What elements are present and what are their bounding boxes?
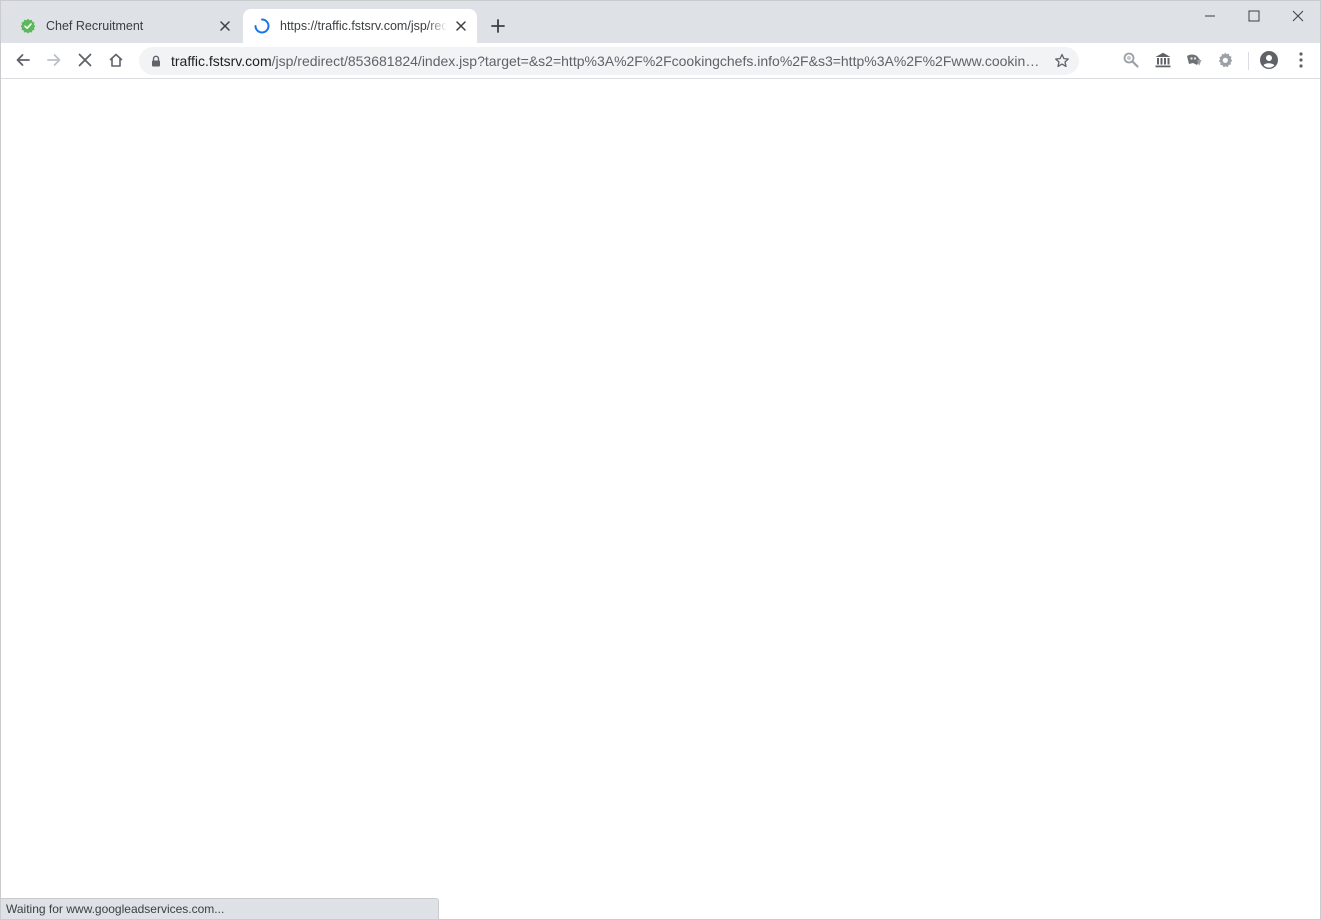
maximize-icon (1248, 10, 1260, 22)
magnifier-extension-icon (1123, 52, 1139, 68)
tab-close-icon[interactable] (215, 16, 235, 36)
mask-extension-icon (1187, 54, 1202, 66)
profile-button[interactable] (1255, 46, 1283, 74)
tab-redirect[interactable]: https://traffic.fstsrv.com/jsp/redirect/… (243, 9, 477, 43)
close-icon (1292, 10, 1304, 22)
url-host: traffic.fstsrv.com (171, 53, 272, 69)
arrow-right-icon (47, 54, 61, 66)
forward-button[interactable] (40, 46, 68, 74)
stop-icon (78, 53, 92, 67)
tab-title: https://traffic.fstsrv.com/jsp/redirect/… (280, 19, 447, 33)
loading-spinner-icon (254, 18, 270, 34)
close-window-button[interactable] (1276, 1, 1320, 31)
search-extension-button[interactable] (1117, 46, 1145, 74)
url-text[interactable]: traffic.fstsrv.com/jsp/redirect/85368182… (171, 53, 1044, 69)
tab-title: Chef Recruitment (46, 19, 144, 33)
status-bubble: Waiting for www.googleadservices.com... (1, 898, 439, 919)
gear-icon (1218, 52, 1233, 68)
lock-icon (149, 54, 163, 68)
toolbar-divider (1248, 52, 1249, 70)
home-icon (109, 53, 123, 67)
account-circle-icon (1260, 51, 1278, 69)
address-bar[interactable]: traffic.fstsrv.com/jsp/redirect/85368182… (139, 47, 1079, 75)
tab-close-icon[interactable] (451, 16, 471, 36)
plus-icon (491, 19, 505, 33)
stop-loading-button[interactable] (71, 46, 99, 74)
menu-button[interactable] (1287, 46, 1315, 74)
page-content: Waiting for www.googleadservices.com... (1, 79, 1320, 919)
maximize-button[interactable] (1232, 1, 1276, 31)
browser-window: Chef Recruitment https://traffic.fstsrv.… (0, 0, 1321, 920)
home-button[interactable] (102, 46, 130, 74)
browser-toolbar: traffic.fstsrv.com/jsp/redirect/85368182… (1, 43, 1320, 79)
privacy-extension-button[interactable] (1180, 46, 1208, 74)
green-badge-icon (20, 18, 36, 34)
minimize-button[interactable] (1188, 1, 1232, 31)
arrow-left-icon (16, 54, 30, 66)
tab-strip: Chef Recruitment https://traffic.fstsrv.… (1, 1, 1320, 43)
bank-icon (1155, 52, 1171, 68)
back-button[interactable] (9, 46, 37, 74)
settings-extension-button[interactable] (1211, 46, 1239, 74)
new-tab-button[interactable] (486, 14, 510, 38)
tab-chef-recruitment[interactable]: Chef Recruitment (9, 9, 241, 43)
bank-extension-button[interactable] (1149, 46, 1177, 74)
kebab-menu-icon (1299, 52, 1303, 68)
minimize-icon (1205, 15, 1215, 17)
bookmark-star-icon[interactable] (1050, 49, 1074, 73)
window-controls (1188, 1, 1320, 31)
url-path: /jsp/redirect/853681824/index.jsp?target… (271, 53, 1044, 69)
